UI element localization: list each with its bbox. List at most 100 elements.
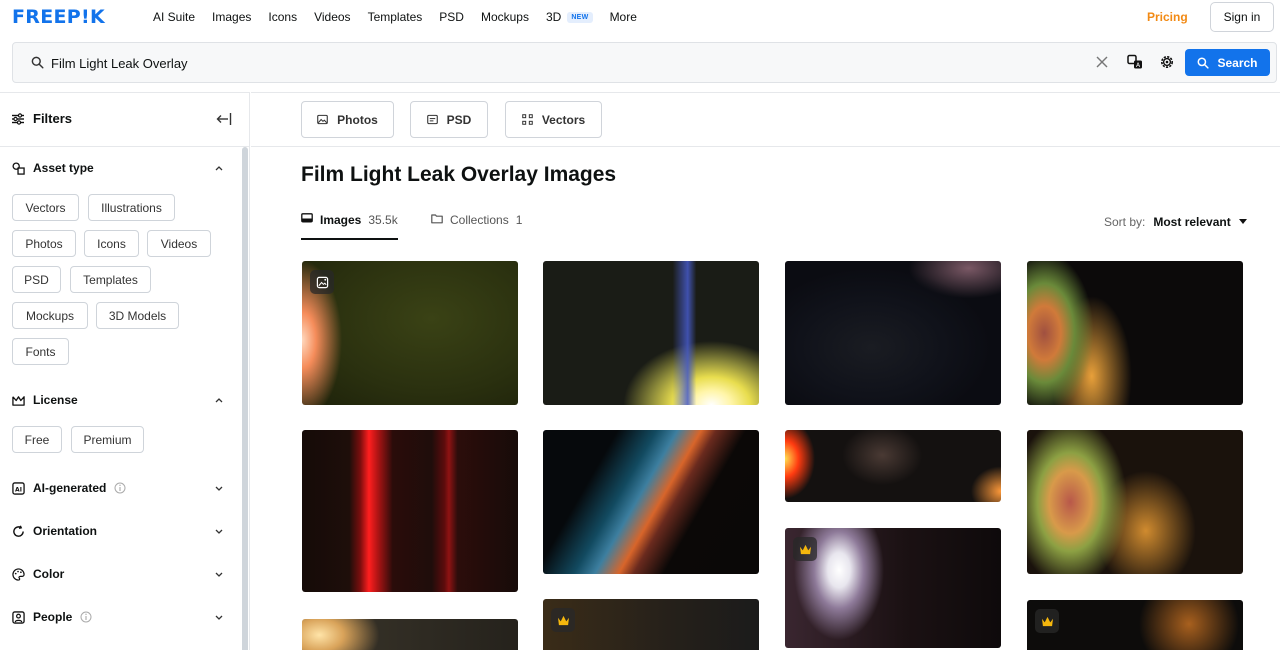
ai-generated-header[interactable]: AI AI-generated bbox=[12, 481, 228, 495]
sort-control[interactable]: Sort by: Most relevant bbox=[1104, 215, 1247, 229]
sort-value: Most relevant bbox=[1153, 215, 1231, 229]
search-button-label: Search bbox=[1217, 55, 1258, 70]
search-button[interactable]: Search bbox=[1185, 49, 1270, 76]
nav-link-templates[interactable]: Templates bbox=[368, 10, 423, 24]
image-result[interactable] bbox=[302, 430, 518, 592]
image-result[interactable] bbox=[1027, 261, 1243, 405]
rotate-icon bbox=[13, 524, 24, 537]
asset-type-header[interactable]: Asset type bbox=[12, 161, 228, 175]
chip-mockups[interactable]: Mockups bbox=[12, 302, 88, 329]
chip-3d-models[interactable]: 3D Models bbox=[96, 302, 179, 329]
nav-link-psd[interactable]: PSD bbox=[439, 10, 464, 24]
search-bar: A Search bbox=[12, 42, 1277, 83]
search-icon bbox=[31, 56, 44, 69]
image-result[interactable] bbox=[785, 430, 1001, 502]
tab-collections-label: Collections bbox=[450, 213, 509, 227]
orientation-title: Orientation bbox=[33, 524, 98, 538]
collapse-sidebar-icon[interactable] bbox=[216, 112, 232, 126]
type-button-vectors[interactable]: Vectors bbox=[505, 101, 602, 138]
chevron-up-icon bbox=[215, 166, 223, 171]
people-header[interactable]: People bbox=[12, 610, 228, 624]
type-button-photos[interactable]: Photos bbox=[301, 101, 394, 138]
tab-collections-count: 1 bbox=[515, 213, 523, 227]
gear-icon[interactable] bbox=[1159, 54, 1175, 70]
image-result[interactable] bbox=[1027, 430, 1243, 574]
translate-icon[interactable]: A bbox=[1127, 54, 1143, 70]
people-icon bbox=[12, 610, 25, 624]
image-result[interactable] bbox=[1027, 600, 1243, 650]
freepik-logo[interactable]: FREEP!K bbox=[12, 6, 105, 28]
tab-images-count: 35.5k bbox=[368, 213, 398, 227]
chip-fonts[interactable]: Fonts bbox=[12, 338, 69, 365]
type-button-photos-label: Photos bbox=[337, 112, 378, 127]
images-tab-icon bbox=[301, 213, 313, 223]
shapes-icon bbox=[12, 161, 25, 175]
type-button-psd[interactable]: PSD bbox=[410, 101, 488, 138]
crown-icon bbox=[1041, 616, 1053, 626]
asset-type-bar: Photos PSD Vectors bbox=[251, 93, 1280, 147]
chip-psd[interactable]: PSD bbox=[12, 266, 61, 293]
image-icon bbox=[317, 114, 328, 125]
image-result[interactable] bbox=[302, 261, 518, 405]
people-title: People bbox=[33, 610, 73, 624]
ai-icon: AI bbox=[12, 481, 25, 495]
tab-images[interactable]: Images 35.5k bbox=[301, 213, 398, 240]
image-result[interactable] bbox=[543, 430, 759, 574]
page-title: Film Light Leak Overlay Images bbox=[301, 163, 617, 186]
sidebar-divider bbox=[0, 146, 250, 147]
new-badge: NEW bbox=[567, 11, 593, 23]
ai-generated-title: AI-generated bbox=[33, 481, 107, 495]
sliders-icon bbox=[12, 112, 24, 125]
image-result[interactable] bbox=[302, 619, 518, 650]
palette-icon bbox=[12, 567, 25, 581]
nav-link-videos[interactable]: Videos bbox=[314, 10, 350, 24]
search-button-icon bbox=[1198, 57, 1210, 69]
tab-images-label: Images bbox=[320, 213, 362, 227]
nav-link-3d[interactable]: 3D NEW bbox=[546, 10, 593, 24]
color-title: Color bbox=[33, 567, 65, 581]
nav-link-icons[interactable]: Icons bbox=[268, 10, 297, 24]
nav-links: AI Suite Images Icons Videos Templates P… bbox=[153, 10, 654, 24]
image-result[interactable] bbox=[785, 261, 1001, 405]
image-result[interactable] bbox=[543, 261, 759, 405]
chevron-down-icon bbox=[215, 486, 223, 491]
crown-icon bbox=[557, 615, 569, 625]
premium-badge bbox=[793, 537, 817, 561]
info-icon[interactable] bbox=[114, 482, 126, 494]
search-input[interactable] bbox=[51, 51, 1051, 75]
filters-sidebar: Filters Asset type Vectors Illustrations… bbox=[0, 92, 250, 650]
chip-templates[interactable]: Templates bbox=[70, 266, 151, 293]
color-header[interactable]: Color bbox=[12, 567, 228, 581]
sort-label: Sort by: bbox=[1104, 215, 1146, 229]
image-result[interactable] bbox=[785, 528, 1001, 648]
chip-videos[interactable]: Videos bbox=[147, 230, 211, 257]
license-header[interactable]: License bbox=[12, 393, 228, 407]
chip-photos[interactable]: Photos bbox=[12, 230, 76, 257]
clear-search-icon[interactable] bbox=[1095, 55, 1109, 69]
info-icon[interactable] bbox=[80, 611, 92, 623]
asset-type-title: Asset type bbox=[33, 161, 94, 175]
nav-link-mockups[interactable]: Mockups bbox=[481, 10, 529, 24]
nav-link-more[interactable]: More bbox=[610, 10, 637, 24]
chip-icons[interactable]: Icons bbox=[84, 230, 139, 257]
caret-down-icon bbox=[1238, 219, 1247, 224]
crown-icon bbox=[799, 544, 811, 554]
ai-generated-badge bbox=[310, 270, 334, 294]
image-result[interactable] bbox=[543, 599, 759, 650]
chip-free[interactable]: Free bbox=[12, 426, 62, 453]
sidebar-scrollbar[interactable] bbox=[242, 147, 248, 650]
premium-badge bbox=[551, 608, 575, 632]
chip-premium[interactable]: Premium bbox=[71, 426, 144, 453]
premium-badge bbox=[1035, 609, 1059, 633]
nav-link-ai-suite[interactable]: AI Suite bbox=[153, 10, 195, 24]
license-title: License bbox=[33, 393, 78, 407]
nav-link-images[interactable]: Images bbox=[212, 10, 251, 24]
pricing-link[interactable]: Pricing bbox=[1147, 10, 1188, 24]
orientation-header[interactable]: Orientation bbox=[12, 524, 228, 538]
chip-illustrations[interactable]: Illustrations bbox=[88, 194, 175, 221]
tab-collections[interactable]: Collections 1 bbox=[431, 213, 522, 240]
type-button-psd-label: PSD bbox=[446, 112, 472, 127]
chip-vectors[interactable]: Vectors bbox=[12, 194, 79, 221]
folder-icon bbox=[431, 214, 443, 224]
sign-in-button[interactable]: Sign in bbox=[1210, 2, 1274, 32]
